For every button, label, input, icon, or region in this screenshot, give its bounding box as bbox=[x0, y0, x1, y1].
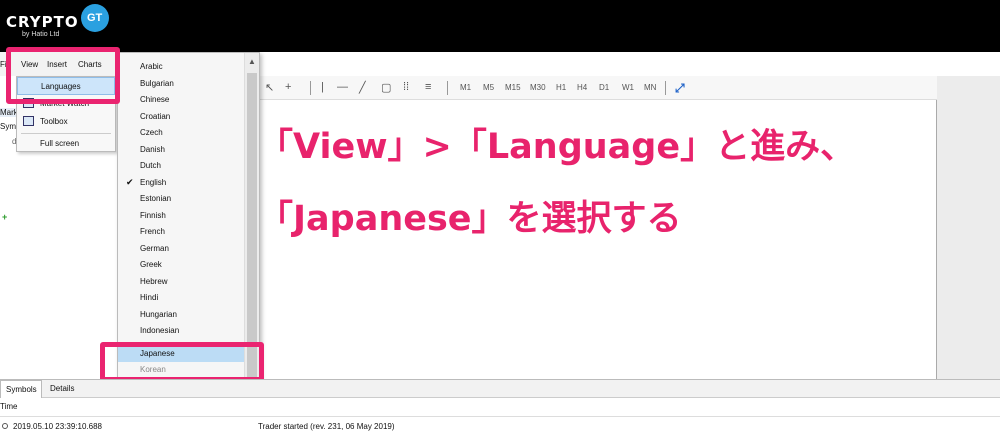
logo-subtitle: by Hatio Ltd bbox=[22, 31, 60, 38]
grid-icon[interactable]: ⁞⁞ bbox=[403, 81, 409, 93]
view-menu-item-label: Toolbox bbox=[40, 117, 68, 126]
language-item-french[interactable]: French bbox=[118, 224, 244, 240]
logo-badge: GT bbox=[80, 4, 109, 32]
timeframe-h4[interactable]: H4 bbox=[577, 83, 587, 92]
crosshair-icon[interactable]: + bbox=[285, 81, 291, 93]
vertical-line-icon[interactable]: | bbox=[321, 81, 324, 93]
market-watch-tab-partial[interactable]: Mark bbox=[0, 108, 18, 117]
bottom-panel: Symbols Details Time 2019.05.10 23:39:10… bbox=[0, 379, 1000, 439]
log-time: 2019.05.10 23:39:10.688 bbox=[13, 422, 102, 431]
timeframe-mn[interactable]: MN bbox=[644, 83, 656, 92]
log-message: Trader started (rev. 231, 06 May 2019) bbox=[258, 422, 395, 431]
view-menu-full-screen[interactable]: Full screen bbox=[17, 135, 115, 153]
language-label: Arabic bbox=[140, 62, 163, 71]
language-item-indonesian[interactable]: Indonesian bbox=[118, 323, 244, 339]
annotation-line-1: 「View」>「Language」と進み、 bbox=[258, 127, 856, 167]
right-gray-area bbox=[937, 76, 1000, 379]
fullscreen-icon[interactable]: ⤢ bbox=[675, 81, 685, 96]
column-header-time: Time bbox=[0, 402, 18, 411]
language-label: Danish bbox=[140, 144, 165, 154]
language-item-czech[interactable]: Czech bbox=[118, 125, 244, 141]
toolbar-separator bbox=[447, 81, 448, 95]
language-item-bulgarian[interactable]: Bulgarian bbox=[118, 76, 244, 92]
language-label: Chinese bbox=[140, 95, 170, 104]
language-item-german[interactable]: German bbox=[118, 241, 244, 257]
chart-toolbar: ↖ + | — ╱ ▢ ⁞⁞ ≡ M1 M5 M15 M30 H1 H4 D1 … bbox=[255, 76, 1000, 100]
language-item-arabic[interactable]: Arabic bbox=[118, 59, 244, 75]
horizontal-line-icon[interactable]: — bbox=[337, 81, 348, 93]
timeframe-m15[interactable]: M15 bbox=[505, 83, 521, 92]
language-label: French bbox=[140, 227, 165, 236]
annotation-line-2: 「Japanese」を選択する bbox=[258, 199, 682, 239]
timeframe-m1[interactable]: M1 bbox=[460, 83, 471, 92]
language-label: Finnish bbox=[140, 210, 166, 220]
timeframe-m30[interactable]: M30 bbox=[530, 83, 546, 92]
header-divider bbox=[0, 416, 1000, 417]
language-label: Bulgarian bbox=[140, 78, 174, 88]
tab-symbols[interactable]: Symbols bbox=[0, 380, 42, 398]
trend-line-icon[interactable]: ╱ bbox=[359, 81, 366, 94]
logo-text: CRYPTO bbox=[6, 13, 79, 31]
scroll-up-icon[interactable]: ▲ bbox=[248, 57, 256, 66]
language-label: Hungarian bbox=[140, 309, 177, 319]
text-label-icon[interactable]: ▢ bbox=[381, 81, 391, 94]
tab-details[interactable]: Details bbox=[50, 380, 90, 398]
language-item-danish[interactable]: Danish bbox=[118, 142, 244, 158]
timeframe-m5[interactable]: M5 bbox=[483, 83, 494, 92]
language-item-hebrew[interactable]: Hebrew bbox=[118, 274, 244, 290]
language-label: Indonesian bbox=[140, 326, 180, 335]
timeframe-w1[interactable]: W1 bbox=[622, 83, 634, 92]
language-label: Czech bbox=[140, 128, 163, 137]
language-item-english[interactable]: ✔ English bbox=[118, 175, 244, 191]
log-status-icon bbox=[2, 423, 8, 429]
plus-icon[interactable]: + bbox=[2, 212, 7, 222]
language-label: German bbox=[140, 243, 169, 253]
language-item-hindi[interactable]: Hindi bbox=[118, 290, 244, 306]
brand-bar: CRYPTO GT by Hatio Ltd bbox=[0, 0, 1000, 52]
language-item-croatian[interactable]: Croatian bbox=[118, 109, 244, 125]
timeframe-h1[interactable]: H1 bbox=[556, 83, 566, 92]
menu-separator bbox=[21, 133, 111, 134]
timeframe-d1[interactable]: D1 bbox=[599, 83, 609, 92]
toolbar-separator bbox=[665, 81, 666, 95]
language-item-hungarian[interactable]: Hungarian bbox=[118, 307, 244, 323]
language-label: Hindi bbox=[140, 293, 159, 302]
language-label: Croatian bbox=[140, 111, 171, 121]
cursor-icon[interactable]: ↖ bbox=[265, 81, 274, 94]
language-label: Estonian bbox=[140, 194, 172, 203]
bottom-tabs: Symbols Details bbox=[0, 380, 1000, 398]
symbol-header-partial: Sym bbox=[0, 122, 16, 131]
view-menu-toolbox[interactable]: Toolbox bbox=[17, 113, 115, 131]
language-label: Dutch bbox=[140, 161, 161, 170]
language-item-estonian[interactable]: Estonian bbox=[118, 191, 244, 207]
language-item-dutch[interactable]: Dutch bbox=[118, 158, 244, 174]
language-item-chinese[interactable]: Chinese bbox=[118, 92, 244, 108]
highlight-box-view-menu bbox=[6, 47, 120, 104]
language-label: Greek bbox=[140, 260, 162, 269]
language-item-greek[interactable]: Greek bbox=[118, 257, 244, 273]
language-item-finnish[interactable]: Finnish bbox=[118, 208, 244, 224]
logo: CRYPTO GT by Hatio Ltd bbox=[6, 4, 109, 38]
check-icon: ✔ bbox=[126, 176, 134, 187]
toolbox-icon bbox=[23, 116, 34, 126]
language-label: Hebrew bbox=[140, 276, 168, 286]
toolbar-separator bbox=[310, 81, 311, 95]
highlight-box-japanese bbox=[100, 342, 264, 382]
view-menu-item-label: Full screen bbox=[40, 139, 80, 148]
language-label: English bbox=[140, 177, 167, 187]
fibonacci-icon[interactable]: ≡ bbox=[425, 81, 431, 93]
